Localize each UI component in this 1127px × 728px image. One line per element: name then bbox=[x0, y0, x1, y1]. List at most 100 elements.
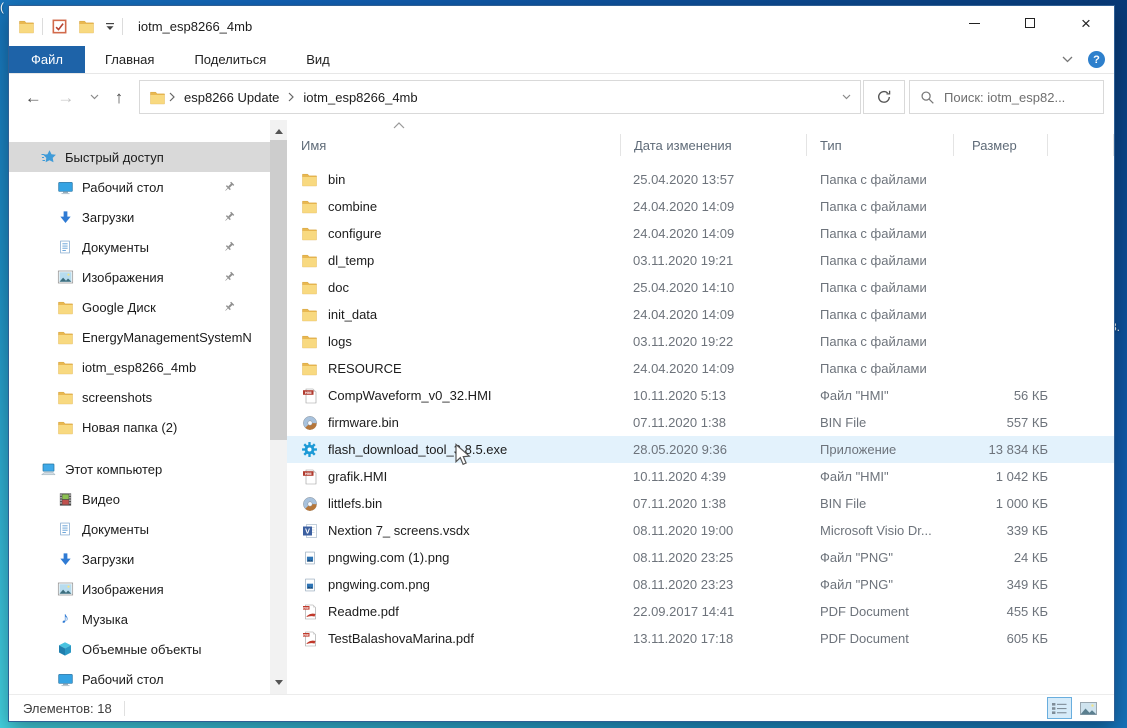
search-input[interactable] bbox=[944, 90, 1093, 105]
tab-view[interactable]: Вид bbox=[286, 46, 350, 73]
desktop-fragment-left: ( bbox=[0, 0, 4, 14]
file-row[interactable]: RESOURCE24.04.2020 14:09Папка с файлами bbox=[287, 355, 1114, 382]
file-type: Файл "PNG" bbox=[807, 550, 954, 565]
sidebar-item-video[interactable]: Видео bbox=[9, 484, 270, 514]
scroll-up-icon[interactable] bbox=[270, 123, 287, 140]
column-header-date[interactable]: Дата изменения bbox=[621, 134, 807, 156]
file-type: Папка с файлами bbox=[807, 307, 954, 322]
sidebar-item-3d-objects[interactable]: Объемные объекты bbox=[9, 634, 270, 664]
file-row[interactable]: PDFReadme.pdf22.09.2017 14:41PDF Documen… bbox=[287, 598, 1114, 625]
file-name: bin bbox=[328, 172, 345, 187]
tab-file[interactable]: Файл bbox=[9, 46, 85, 73]
properties-check-icon[interactable] bbox=[50, 18, 68, 35]
desktop-icon bbox=[56, 672, 74, 687]
file-row[interactable]: combine24.04.2020 14:09Папка с файлами bbox=[287, 193, 1114, 220]
items-count: Элементов: 18 bbox=[23, 701, 112, 716]
file-row[interactable]: pngwing.com.png08.11.2020 23:23Файл "PNG… bbox=[287, 571, 1114, 598]
png-icon bbox=[301, 577, 318, 593]
file-name: littlefs.bin bbox=[328, 496, 382, 511]
pin-icon bbox=[220, 271, 238, 283]
column-headers: Имя Дата изменения Тип Размер bbox=[287, 130, 1114, 160]
file-date: 22.09.2017 14:41 bbox=[621, 604, 807, 619]
column-header-size[interactable]: Размер bbox=[954, 134, 1048, 156]
breadcrumb-segment[interactable]: esp8266 Update bbox=[175, 90, 288, 105]
back-button[interactable]: ← bbox=[25, 89, 42, 106]
file-row[interactable]: init_data24.04.2020 14:09Папка с файлами bbox=[287, 301, 1114, 328]
recent-locations-chevron-icon[interactable] bbox=[90, 94, 99, 100]
minimize-button[interactable] bbox=[946, 6, 1002, 40]
customize-toolbar-caret-icon[interactable] bbox=[104, 22, 115, 31]
help-button[interactable]: ? bbox=[1088, 51, 1105, 68]
sidebar-item-energy-management[interactable]: EnergyManagementSystemN bbox=[9, 322, 270, 352]
sidebar-item-new-folder-2[interactable]: Новая папка (2) bbox=[9, 412, 270, 442]
file-row[interactable]: firmware.bin07.11.2020 1:38BIN File557 К… bbox=[287, 409, 1114, 436]
scroll-down-icon[interactable] bbox=[270, 674, 287, 691]
file-size: 339 КБ bbox=[954, 523, 1048, 538]
file-size: 1 042 КБ bbox=[954, 469, 1048, 484]
folder-icon bbox=[301, 334, 318, 349]
search-box[interactable] bbox=[909, 80, 1104, 114]
sidebar-item-downloads[interactable]: Загрузки bbox=[9, 202, 270, 232]
file-row[interactable]: VNextion 7_ screens.vsdx08.11.2020 19:00… bbox=[287, 517, 1114, 544]
sidebar-item-screenshots[interactable]: screenshots bbox=[9, 382, 270, 412]
file-row[interactable]: dl_temp03.11.2020 19:21Папка с файлами bbox=[287, 247, 1114, 274]
file-name: Readme.pdf bbox=[328, 604, 399, 619]
file-row[interactable]: configure24.04.2020 14:09Папка с файлами bbox=[287, 220, 1114, 247]
tab-share[interactable]: Поделиться bbox=[174, 46, 286, 73]
folder-icon bbox=[301, 172, 318, 187]
sidebar-item-desktop[interactable]: Рабочий стол bbox=[9, 172, 270, 202]
new-folder-icon[interactable] bbox=[77, 19, 95, 34]
column-header-type[interactable]: Тип bbox=[807, 134, 954, 156]
address-bar[interactable]: esp8266 Update iotm_esp8266_4mb bbox=[139, 80, 861, 114]
file-row[interactable]: littlefs.bin07.11.2020 1:38BIN File1 000… bbox=[287, 490, 1114, 517]
file-type: Microsoft Visio Dr... bbox=[807, 523, 954, 538]
file-row[interactable]: doc25.04.2020 14:10Папка с файлами bbox=[287, 274, 1114, 301]
sidebar-item-downloads-2[interactable]: Загрузки bbox=[9, 544, 270, 574]
file-row[interactable]: flash_download_tool_3.8.5.exe28.05.2020 … bbox=[287, 436, 1114, 463]
tab-home[interactable]: Главная bbox=[85, 46, 174, 73]
sidebar-item-pictures[interactable]: Изображения bbox=[9, 262, 270, 292]
expand-ribbon-chevron-icon[interactable] bbox=[1062, 56, 1073, 63]
column-header-name[interactable]: Имя bbox=[287, 134, 621, 156]
refresh-button[interactable] bbox=[863, 80, 905, 114]
hmi-icon: HMI bbox=[301, 388, 318, 404]
sidebar-item-quick-access[interactable]: Быстрый доступ bbox=[9, 142, 270, 172]
sidebar-item-desktop-2[interactable]: Рабочий стол bbox=[9, 664, 270, 694]
up-button[interactable]: ↑ bbox=[115, 89, 124, 106]
close-button[interactable]: × bbox=[1058, 6, 1114, 40]
sidebar-item-google-drive[interactable]: Google Диск bbox=[9, 292, 270, 322]
file-type: Папка с файлами bbox=[807, 280, 954, 295]
file-row[interactable]: pngwing.com (1).png08.11.2020 23:25Файл … bbox=[287, 544, 1114, 571]
breadcrumb-segment[interactable]: iotm_esp8266_4mb bbox=[294, 90, 426, 105]
maximize-button[interactable] bbox=[1002, 6, 1058, 40]
file-type: Файл "HMI" bbox=[807, 388, 954, 403]
forward-button[interactable]: → bbox=[57, 89, 74, 106]
thumbnails-view-button[interactable] bbox=[1076, 697, 1101, 719]
scrollbar-thumb[interactable] bbox=[270, 140, 287, 440]
file-row[interactable]: logs03.11.2020 19:22Папка с файлами bbox=[287, 328, 1114, 355]
file-name: pngwing.com.png bbox=[328, 577, 430, 592]
file-rows: bin25.04.2020 13:57Папка с файламиcombin… bbox=[287, 166, 1114, 652]
file-row[interactable]: PDFTestBalashovaMarina.pdf13.11.2020 17:… bbox=[287, 625, 1114, 652]
sidebar-item-music[interactable]: ♪Музыка bbox=[9, 604, 270, 634]
details-view-button[interactable] bbox=[1047, 697, 1072, 719]
pictures-icon bbox=[56, 582, 74, 596]
sidebar-item-documents[interactable]: Документы bbox=[9, 232, 270, 262]
file-size: 1 000 КБ bbox=[954, 496, 1048, 511]
computer-icon bbox=[39, 462, 57, 477]
file-date: 03.11.2020 19:21 bbox=[621, 253, 807, 268]
sort-ascending-icon bbox=[393, 122, 405, 129]
address-dropdown-chevron-icon[interactable] bbox=[842, 94, 851, 100]
file-row[interactable]: HMICompWaveform_v0_32.HMI10.11.2020 5:13… bbox=[287, 382, 1114, 409]
pictures-icon bbox=[56, 270, 74, 284]
sidebar-item-pictures-2[interactable]: Изображения bbox=[9, 574, 270, 604]
gear-icon bbox=[301, 441, 318, 458]
folder-icon bbox=[301, 253, 318, 268]
sidebar-item-documents-2[interactable]: Документы bbox=[9, 514, 270, 544]
sidebar-scrollbar[interactable] bbox=[270, 120, 287, 694]
file-row[interactable]: HMIgrafik.HMI10.11.2020 4:39Файл "HMI"1 … bbox=[287, 463, 1114, 490]
sidebar-item-iotm-esp8266-4mb[interactable]: iotm_esp8266_4mb bbox=[9, 352, 270, 382]
file-type: Папка с файлами bbox=[807, 361, 954, 376]
sidebar-item-this-pc[interactable]: Этот компьютер bbox=[9, 454, 270, 484]
file-row[interactable]: bin25.04.2020 13:57Папка с файлами bbox=[287, 166, 1114, 193]
